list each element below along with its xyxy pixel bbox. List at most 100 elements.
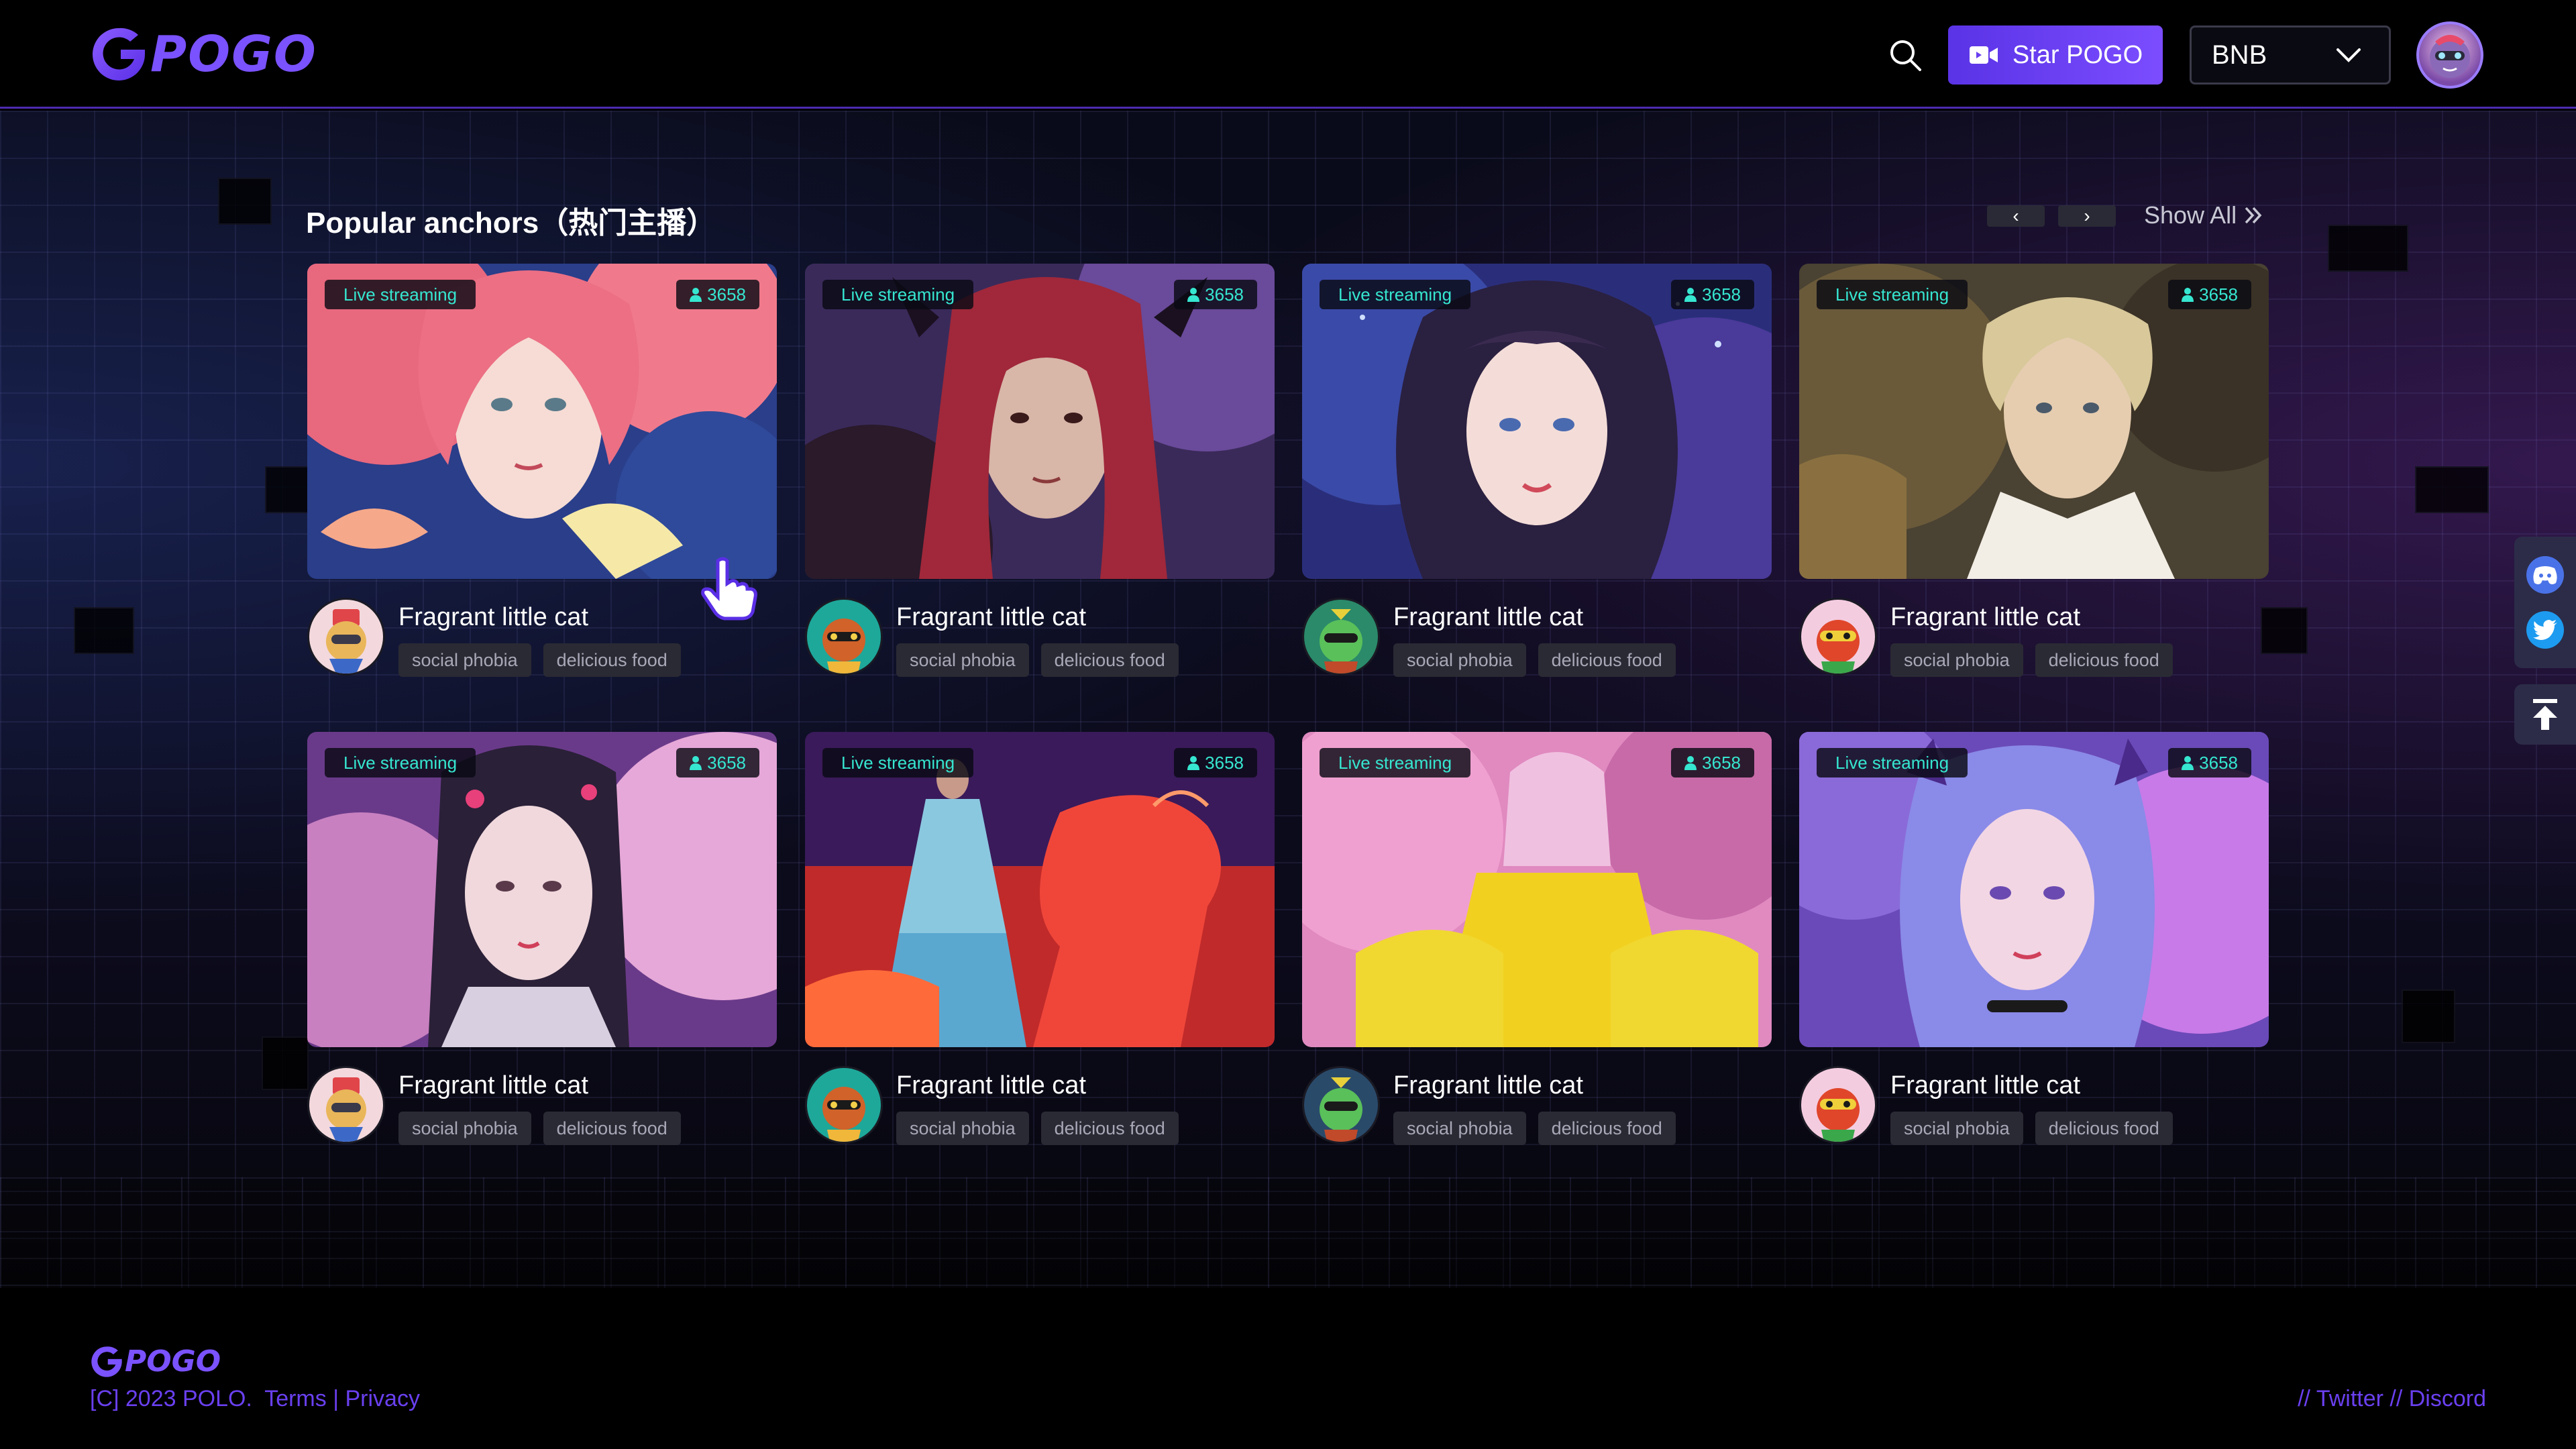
- user-icon: [1684, 288, 1697, 302]
- carousel-nav: ‹ ›: [1987, 205, 2116, 227]
- stream-thumbnail-art: [1302, 264, 1772, 579]
- tag[interactable]: social phobia: [1890, 1112, 2023, 1145]
- tag[interactable]: delicious food: [1538, 1112, 1676, 1145]
- anchor-name[interactable]: Fragrant little cat: [896, 1071, 1086, 1100]
- tag[interactable]: delicious food: [1040, 643, 1179, 677]
- live-badge: Live streaming: [822, 280, 974, 309]
- footer-social-links: // Twitter // Discord: [2298, 1386, 2486, 1412]
- stream-thumbnail-art: [1302, 732, 1772, 1047]
- tag[interactable]: delicious food: [543, 1112, 681, 1145]
- tag[interactable]: delicious food: [543, 643, 681, 677]
- decor-cube: [74, 607, 134, 654]
- pogo-logo[interactable]: POGO: [90, 25, 317, 83]
- viewer-count: 3658: [707, 284, 746, 305]
- tag[interactable]: social phobia: [1890, 643, 2023, 677]
- stream-thumbnail[interactable]: Live streaming 3658: [307, 264, 777, 579]
- anchor-avatar[interactable]: [1799, 598, 1877, 676]
- footer-twitter-link[interactable]: // Twitter: [2298, 1386, 2383, 1411]
- viewer-count-badge: 3658: [1671, 280, 1754, 309]
- user-icon: [1684, 756, 1697, 770]
- anchor-name[interactable]: Fragrant little cat: [398, 1071, 588, 1100]
- tag[interactable]: delicious food: [2035, 1112, 2173, 1145]
- back-to-top-button[interactable]: [2514, 684, 2576, 745]
- stream-thumbnail[interactable]: Live streaming 3658: [1302, 264, 1772, 579]
- star-pogo-button[interactable]: Star POGO: [1948, 25, 2163, 85]
- anchor-name[interactable]: Fragrant little cat: [1890, 1071, 2080, 1100]
- anchor-name[interactable]: Fragrant little cat: [896, 603, 1086, 632]
- live-badge: Live streaming: [1320, 280, 1471, 309]
- tag-list: social phobia delicious food: [896, 1112, 1179, 1145]
- anchor-avatar[interactable]: [805, 1066, 883, 1144]
- stream-thumbnail[interactable]: Live streaming 3658: [1302, 732, 1772, 1047]
- privacy-link[interactable]: Privacy: [345, 1386, 420, 1411]
- top-header: POGO Star POGO BNB: [0, 0, 2576, 109]
- search-button[interactable]: [1886, 36, 1924, 74]
- anchor-name[interactable]: Fragrant little cat: [1393, 1071, 1583, 1100]
- stream-thumbnail-art: [805, 264, 1275, 579]
- anchor-card[interactable]: Live streaming 3658 Fragrant little cat …: [805, 732, 1275, 1148]
- user-icon: [1187, 756, 1200, 770]
- show-all-link[interactable]: Show All: [2144, 201, 2263, 229]
- chevron-down-icon: [2337, 48, 2361, 62]
- tag[interactable]: delicious food: [2035, 643, 2173, 677]
- anchor-avatar[interactable]: [1302, 1066, 1380, 1144]
- anchor-avatar[interactable]: [1799, 1066, 1877, 1144]
- tag[interactable]: social phobia: [896, 643, 1029, 677]
- anchor-avatar[interactable]: [805, 598, 883, 676]
- anchor-name[interactable]: Fragrant little cat: [1393, 603, 1583, 632]
- viewer-count-badge: 3658: [1671, 748, 1754, 777]
- user-avatar[interactable]: [2416, 21, 2483, 89]
- logo-mark-icon: [93, 28, 145, 80]
- viewer-count-badge: 3658: [1174, 748, 1257, 777]
- tag[interactable]: delicious food: [1538, 643, 1676, 677]
- link-separator: |: [333, 1386, 339, 1411]
- footer-logo[interactable]: POGO: [90, 1344, 221, 1379]
- anchor-name[interactable]: Fragrant little cat: [1890, 603, 2080, 632]
- tag[interactable]: social phobia: [398, 1112, 531, 1145]
- anchor-card[interactable]: Live streaming 3658 Fragrant little cat …: [1799, 732, 2269, 1148]
- carousel-prev-button[interactable]: ‹: [1987, 205, 2045, 227]
- terms-link[interactable]: Terms: [264, 1386, 327, 1411]
- tag[interactable]: social phobia: [1393, 1112, 1526, 1145]
- anchor-avatar-icon: [309, 1068, 383, 1142]
- anchor-avatar[interactable]: [307, 598, 385, 676]
- viewer-count: 3658: [1702, 752, 1741, 773]
- stream-thumbnail[interactable]: Live streaming 3658: [307, 732, 777, 1047]
- decor-cube: [2415, 466, 2489, 513]
- tag-list: social phobia delicious food: [398, 1112, 681, 1145]
- carousel-next-button[interactable]: ›: [2058, 205, 2116, 227]
- stream-thumbnail[interactable]: Live streaming 3658: [1799, 264, 2269, 579]
- anchor-avatar[interactable]: [1302, 598, 1380, 676]
- footer-discord-link[interactable]: // Discord: [2390, 1386, 2486, 1411]
- video-camera-icon: [1969, 46, 1998, 64]
- tag[interactable]: social phobia: [398, 643, 531, 677]
- tag[interactable]: social phobia: [1393, 643, 1526, 677]
- stream-thumbnail[interactable]: Live streaming 3658: [805, 264, 1275, 579]
- copyright-line: [C] 2023 POLO. Terms | Privacy: [90, 1386, 420, 1412]
- anchor-card[interactable]: Live streaming 3658 Fragrant little cat …: [307, 732, 777, 1148]
- network-select-value: BNB: [2212, 40, 2267, 70]
- decor-cube: [262, 1036, 309, 1090]
- anchor-card[interactable]: Live streaming 3658 Fragrant little cat …: [1302, 732, 1772, 1148]
- anchor-avatar-icon: [1304, 600, 1378, 674]
- stream-thumbnail[interactable]: Live streaming 3658: [805, 732, 1275, 1047]
- viewer-count-badge: 3658: [1174, 280, 1257, 309]
- discord-button[interactable]: [2526, 556, 2564, 594]
- tag[interactable]: delicious food: [1040, 1112, 1179, 1145]
- grid-floor: [0, 1177, 2576, 1288]
- stream-thumbnail[interactable]: Live streaming 3658: [1799, 732, 2269, 1047]
- stream-thumbnail-art: [307, 264, 777, 579]
- anchor-avatar[interactable]: [307, 1066, 385, 1144]
- user-icon: [2182, 756, 2194, 770]
- anchor-card[interactable]: Live streaming 3658 Fragrant little cat …: [805, 264, 1275, 680]
- anchor-card[interactable]: Live streaming 3658 Fragrant little cat …: [1302, 264, 1772, 680]
- anchor-card[interactable]: Live streaming 3658 Fragrant little cat …: [1799, 264, 2269, 680]
- anchor-avatar-icon: [1304, 1068, 1378, 1142]
- twitter-button[interactable]: [2526, 611, 2564, 649]
- anchor-name[interactable]: Fragrant little cat: [398, 603, 588, 632]
- viewer-count: 3658: [2199, 752, 2238, 773]
- viewer-count-badge: 3658: [676, 280, 759, 309]
- tag[interactable]: social phobia: [896, 1112, 1029, 1145]
- tag-list: social phobia delicious food: [896, 643, 1179, 677]
- network-select[interactable]: BNB: [2190, 25, 2391, 85]
